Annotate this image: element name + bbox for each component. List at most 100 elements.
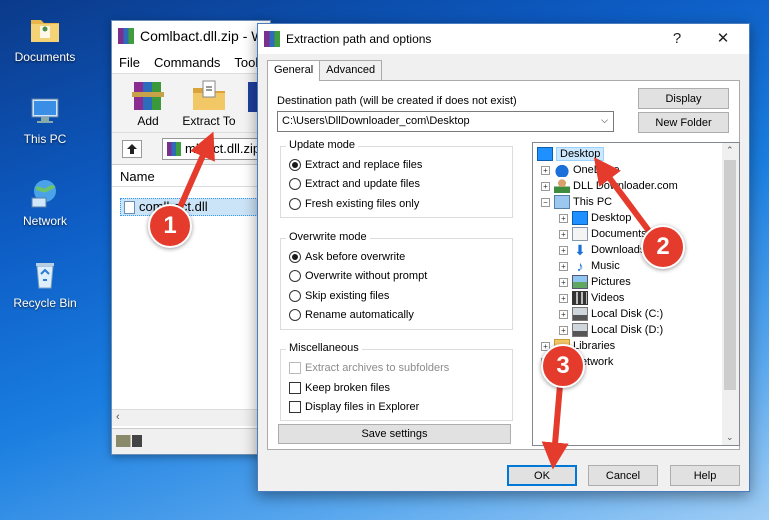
radio-skip-existing[interactable]: Skip existing files	[289, 290, 389, 302]
column-header-name[interactable]: Name	[112, 165, 270, 187]
file-row[interactable]: comlbact.dll	[120, 198, 270, 216]
radio-extract-replace[interactable]: Extract and replace files	[289, 159, 422, 171]
callout-badge-3: 3	[541, 344, 585, 388]
dialog-title: Extraction path and options	[286, 32, 432, 46]
radio-dot[interactable]	[289, 178, 301, 190]
save-settings-button[interactable]: Save settings	[278, 424, 511, 444]
expand-icon[interactable]: +	[559, 325, 568, 335]
up-arrow-icon	[127, 144, 137, 154]
radio-dot[interactable]	[289, 159, 301, 171]
cloud-icon	[554, 163, 570, 177]
extract-folder-icon	[189, 78, 229, 112]
expand-icon[interactable]: +	[559, 261, 568, 271]
radio-dot[interactable]	[289, 290, 301, 302]
horizontal-scrollbar[interactable]: ‹	[112, 409, 270, 426]
display-button[interactable]: Display	[638, 88, 729, 109]
up-folder-button[interactable]	[122, 140, 142, 158]
radio-rename-auto[interactable]: Rename automatically	[289, 309, 414, 321]
tree-item-desktop[interactable]: + Desktop	[559, 210, 631, 226]
desktop-folder-icon	[572, 211, 588, 225]
ok-button[interactable]: OK	[507, 465, 577, 486]
close-button[interactable]: ✕	[703, 24, 743, 54]
tree-item-user[interactable]: + DLL Downloader.com	[541, 178, 678, 194]
expand-icon[interactable]: +	[559, 245, 568, 255]
tree-item-documents[interactable]: + Documents	[559, 226, 647, 242]
desktop-icon-network[interactable]: Network	[5, 176, 85, 228]
tab-general[interactable]: General	[267, 60, 321, 81]
radio-dot[interactable]	[289, 251, 301, 263]
expand-icon[interactable]: +	[559, 309, 568, 319]
tree-item-onedrive[interactable]: + OneDrive	[541, 162, 619, 178]
misc-title: Miscellaneous	[286, 342, 362, 354]
add-button[interactable]: Add	[122, 78, 174, 128]
tree-label: OneDrive	[573, 164, 620, 176]
radio-label: Rename automatically	[305, 309, 414, 321]
dialog-tabs: General Advanced	[267, 60, 383, 81]
address-field[interactable]: mlbact.dll.zip	[162, 138, 270, 160]
cancel-button[interactable]: Cancel	[588, 465, 658, 486]
tree-item-local-disk-d[interactable]: + Local Disk (D:)	[559, 322, 663, 338]
scroll-left-icon[interactable]: ‹	[116, 411, 120, 423]
tree-item-downloads[interactable]: + ⬇ Downloads	[559, 242, 645, 258]
tree-label: Music	[591, 260, 620, 272]
add-button-label: Add	[137, 114, 159, 128]
check-display-explorer[interactable]: Display files in Explorer	[289, 401, 419, 413]
expand-icon[interactable]: +	[559, 229, 568, 239]
overwrite-mode-group: Overwrite mode Ask before overwrite Over…	[280, 231, 513, 330]
chevron-down-icon[interactable]: ⌵	[601, 115, 608, 126]
overwrite-mode-title: Overwrite mode	[286, 231, 370, 243]
tree-item-music[interactable]: + ♪ Music	[559, 258, 620, 274]
scroll-down-icon[interactable]: ⌄	[726, 432, 734, 443]
expand-icon[interactable]: +	[541, 165, 550, 175]
tree-label: This PC	[573, 196, 613, 208]
address-text: mlbact.dll.zip	[185, 141, 261, 156]
desktop-icon-this-pc[interactable]: This PC	[5, 94, 85, 146]
menu-commands[interactable]: Commands	[154, 55, 220, 70]
checkbox[interactable]	[289, 401, 301, 413]
computer-icon	[28, 94, 62, 128]
radio-label: Overwrite without prompt	[305, 270, 428, 282]
tab-advanced[interactable]: Advanced	[319, 60, 383, 80]
radio-label: Extract and replace files	[305, 159, 423, 171]
checkbox[interactable]	[289, 382, 301, 394]
tree-label: Downloads	[591, 244, 646, 256]
winrar-titlebar: Comlbact.dll.zip - W	[112, 21, 270, 51]
tree-item-desktop-root[interactable]: Desktop	[537, 146, 605, 162]
download-arrow-icon: ⬇	[574, 242, 586, 258]
desktop-icon-label: Documents	[14, 50, 76, 64]
tree-item-videos[interactable]: + Videos	[559, 290, 624, 306]
radio-extract-update[interactable]: Extract and update files	[289, 178, 420, 190]
recycle-bin-icon	[28, 258, 62, 292]
help-button[interactable]: Help	[670, 465, 740, 486]
radio-ask-before[interactable]: Ask before overwrite	[289, 251, 405, 263]
expand-icon[interactable]: +	[559, 213, 568, 223]
radio-overwrite-without[interactable]: Overwrite without prompt	[289, 270, 427, 282]
desktop-icon-documents[interactable]: Documents	[5, 12, 85, 64]
winrar-title: Comlbact.dll.zip - W	[140, 28, 265, 44]
folder-tree[interactable]: Desktop + OneDrive + DLL Downloader.com …	[532, 142, 740, 446]
tree-item-this-pc[interactable]: − This PC	[541, 194, 612, 210]
tree-label: Pictures	[591, 276, 631, 288]
expand-icon[interactable]: +	[541, 181, 550, 191]
check-keep-broken[interactable]: Keep broken files	[289, 382, 390, 394]
scroll-up-icon[interactable]: ⌃	[726, 145, 734, 156]
update-mode-title: Update mode	[286, 139, 359, 151]
tree-item-local-disk-c[interactable]: + Local Disk (C:)	[559, 306, 663, 322]
radio-dot[interactable]	[289, 309, 301, 321]
tree-item-pictures[interactable]: + Pictures	[559, 274, 631, 290]
check-label: Keep broken files	[305, 382, 390, 394]
radio-dot[interactable]	[289, 270, 301, 282]
collapse-icon[interactable]: −	[541, 197, 550, 207]
new-folder-button[interactable]: New Folder	[638, 112, 729, 133]
scroll-thumb[interactable]	[724, 160, 736, 390]
radio-dot[interactable]	[289, 198, 301, 210]
extract-to-button[interactable]: Extract To	[178, 78, 240, 128]
tree-vertical-scrollbar[interactable]: ⌃ ⌄	[722, 143, 739, 445]
radio-fresh-existing[interactable]: Fresh existing files only	[289, 198, 419, 210]
desktop-icon-recycle-bin[interactable]: Recycle Bin	[5, 258, 85, 310]
help-question-button[interactable]: ?	[657, 24, 697, 54]
menu-file[interactable]: File	[119, 55, 140, 70]
expand-icon[interactable]: +	[559, 293, 568, 303]
expand-icon[interactable]: +	[559, 277, 568, 287]
destination-path-combo[interactable]: C:\Users\DllDownloader_com\Desktop ⌵	[277, 111, 614, 132]
